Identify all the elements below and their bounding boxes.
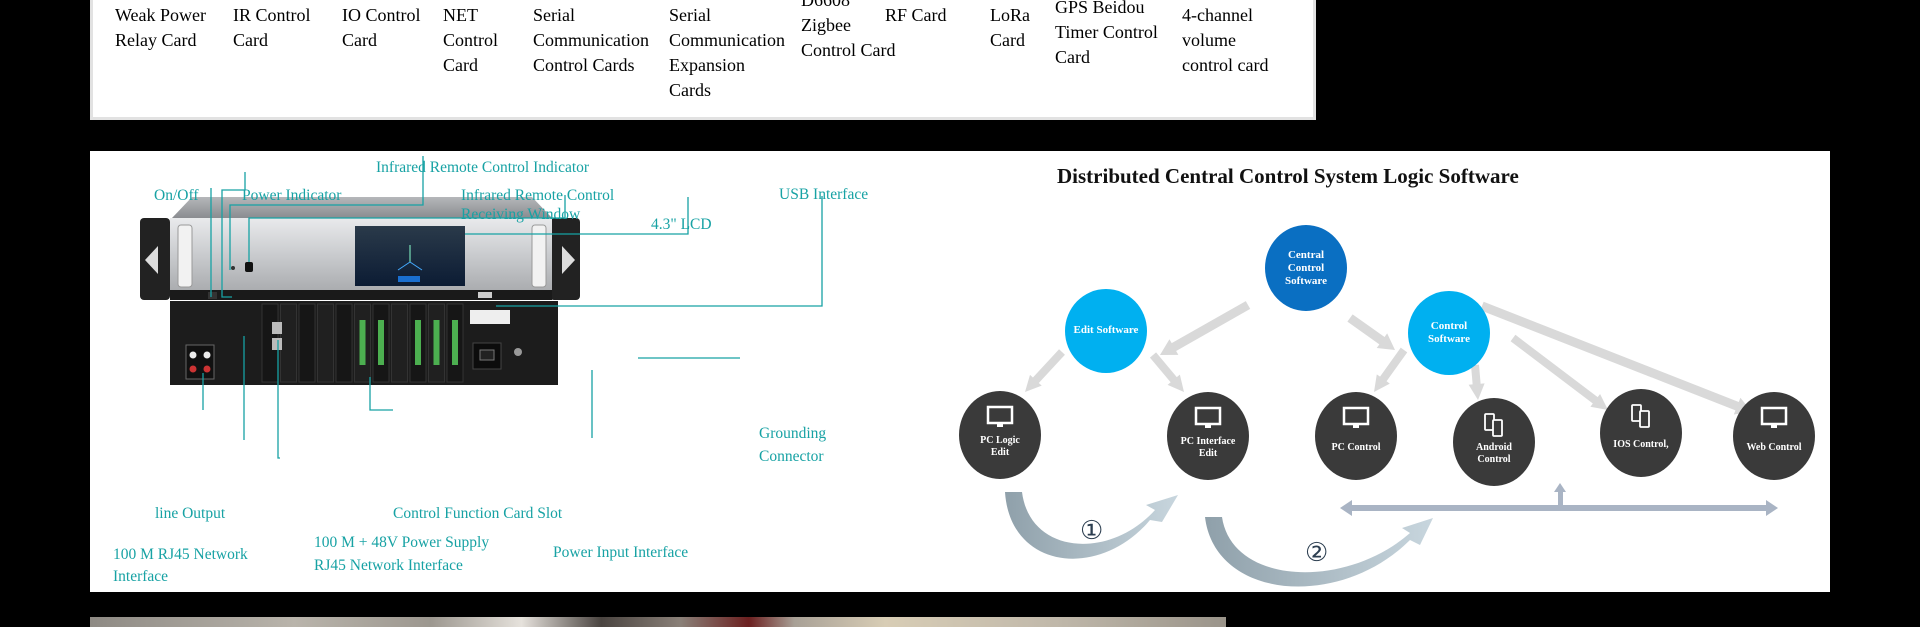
terminal-label: PC Interface Edit: [1168, 436, 1248, 460]
node-label-line: Control: [1287, 261, 1325, 274]
terminal-label: Android Control: [1454, 442, 1534, 466]
node-label-line: Central: [1287, 248, 1325, 261]
flow-arrow: [1347, 314, 1395, 350]
terminal-node: [1315, 392, 1397, 480]
terminal-label: PC Logic Edit: [960, 435, 1040, 459]
node-label-line: Edit: [990, 447, 1010, 458]
node-label-line: Control: [1430, 320, 1468, 332]
bus-double-arrow: [1340, 483, 1778, 516]
terminal-label: Web Control: [1734, 442, 1814, 454]
node-label-line: Edit Software: [1073, 323, 1139, 336]
flow-arrow: [1149, 352, 1184, 392]
node-label-line: PC Control: [1331, 442, 1381, 453]
node-label-line: IOS Control,: [1613, 439, 1669, 450]
central-control-software-label: Central Control Software: [1266, 249, 1346, 288]
node-label-line: PC Logic: [980, 435, 1020, 446]
flow-arrow: [1480, 301, 1752, 415]
node-label-line: Android: [1476, 442, 1512, 453]
terminal-node: [1733, 392, 1815, 480]
flow-arrow: [1160, 301, 1251, 355]
flow-arrow: [1025, 349, 1065, 392]
node-label-line: Edit: [1198, 448, 1218, 459]
node-label-line: Control: [1477, 454, 1511, 465]
node-label-line: Web Control: [1746, 442, 1802, 453]
step-2-badge: ②: [1305, 538, 1329, 568]
node-label-line: PC Interface: [1180, 436, 1236, 447]
edit-software-label: Edit Software: [1066, 324, 1146, 337]
node-label-line: Software: [1428, 333, 1470, 345]
software-diagram: [959, 225, 1815, 587]
terminal-node: [1600, 389, 1682, 477]
flow-arrow: [1374, 347, 1408, 392]
terminal-label: IOS Control,: [1601, 439, 1681, 451]
step-1-badge: ①: [1080, 516, 1104, 546]
terminal-label: PC Control: [1316, 442, 1396, 454]
node-label-line: Software: [1285, 274, 1327, 287]
flow-arrow: [1468, 364, 1485, 400]
control-software-label: Control Software: [1409, 320, 1489, 346]
bottom-photo-strip: [90, 617, 1226, 627]
